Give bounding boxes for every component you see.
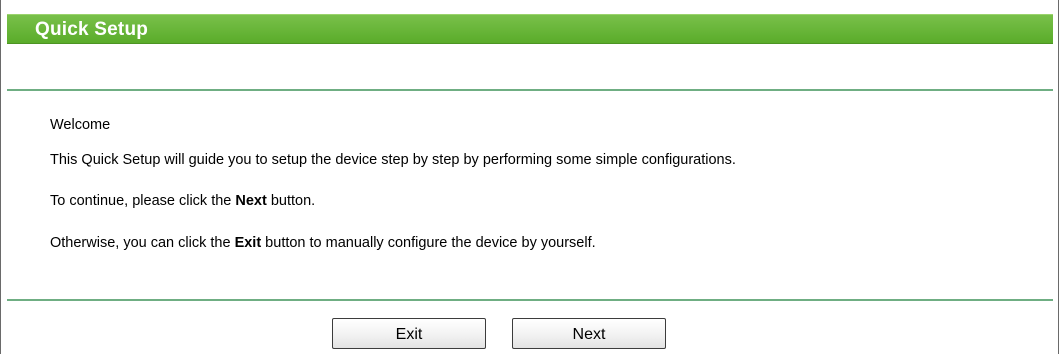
title-bar: Quick Setup — [7, 14, 1053, 44]
intro-text: This Quick Setup will guide you to setup… — [50, 152, 736, 168]
exit-text-bold: Exit — [234, 235, 262, 251]
top-divider — [7, 89, 1053, 91]
exit-instruction: Otherwise, you can click the Exit button… — [50, 236, 596, 251]
page-title: Quick Setup — [35, 19, 149, 40]
exit-text-before: Otherwise, you can click the — [50, 235, 235, 251]
continue-text-before: To continue, please click the — [50, 193, 236, 209]
quick-setup-panel: Quick Setup Welcome This Quick Setup wil… — [0, 0, 1059, 354]
continue-instruction: To continue, please click the Next butto… — [50, 194, 315, 209]
continue-text-after: button. — [266, 193, 316, 209]
continue-text-bold: Next — [235, 193, 267, 209]
exit-text-after: button to manually configure the device … — [261, 235, 596, 251]
exit-button[interactable]: Exit — [332, 318, 486, 349]
next-button[interactable]: Next — [512, 318, 666, 349]
bottom-divider — [7, 299, 1053, 301]
welcome-heading: Welcome — [50, 117, 111, 133]
